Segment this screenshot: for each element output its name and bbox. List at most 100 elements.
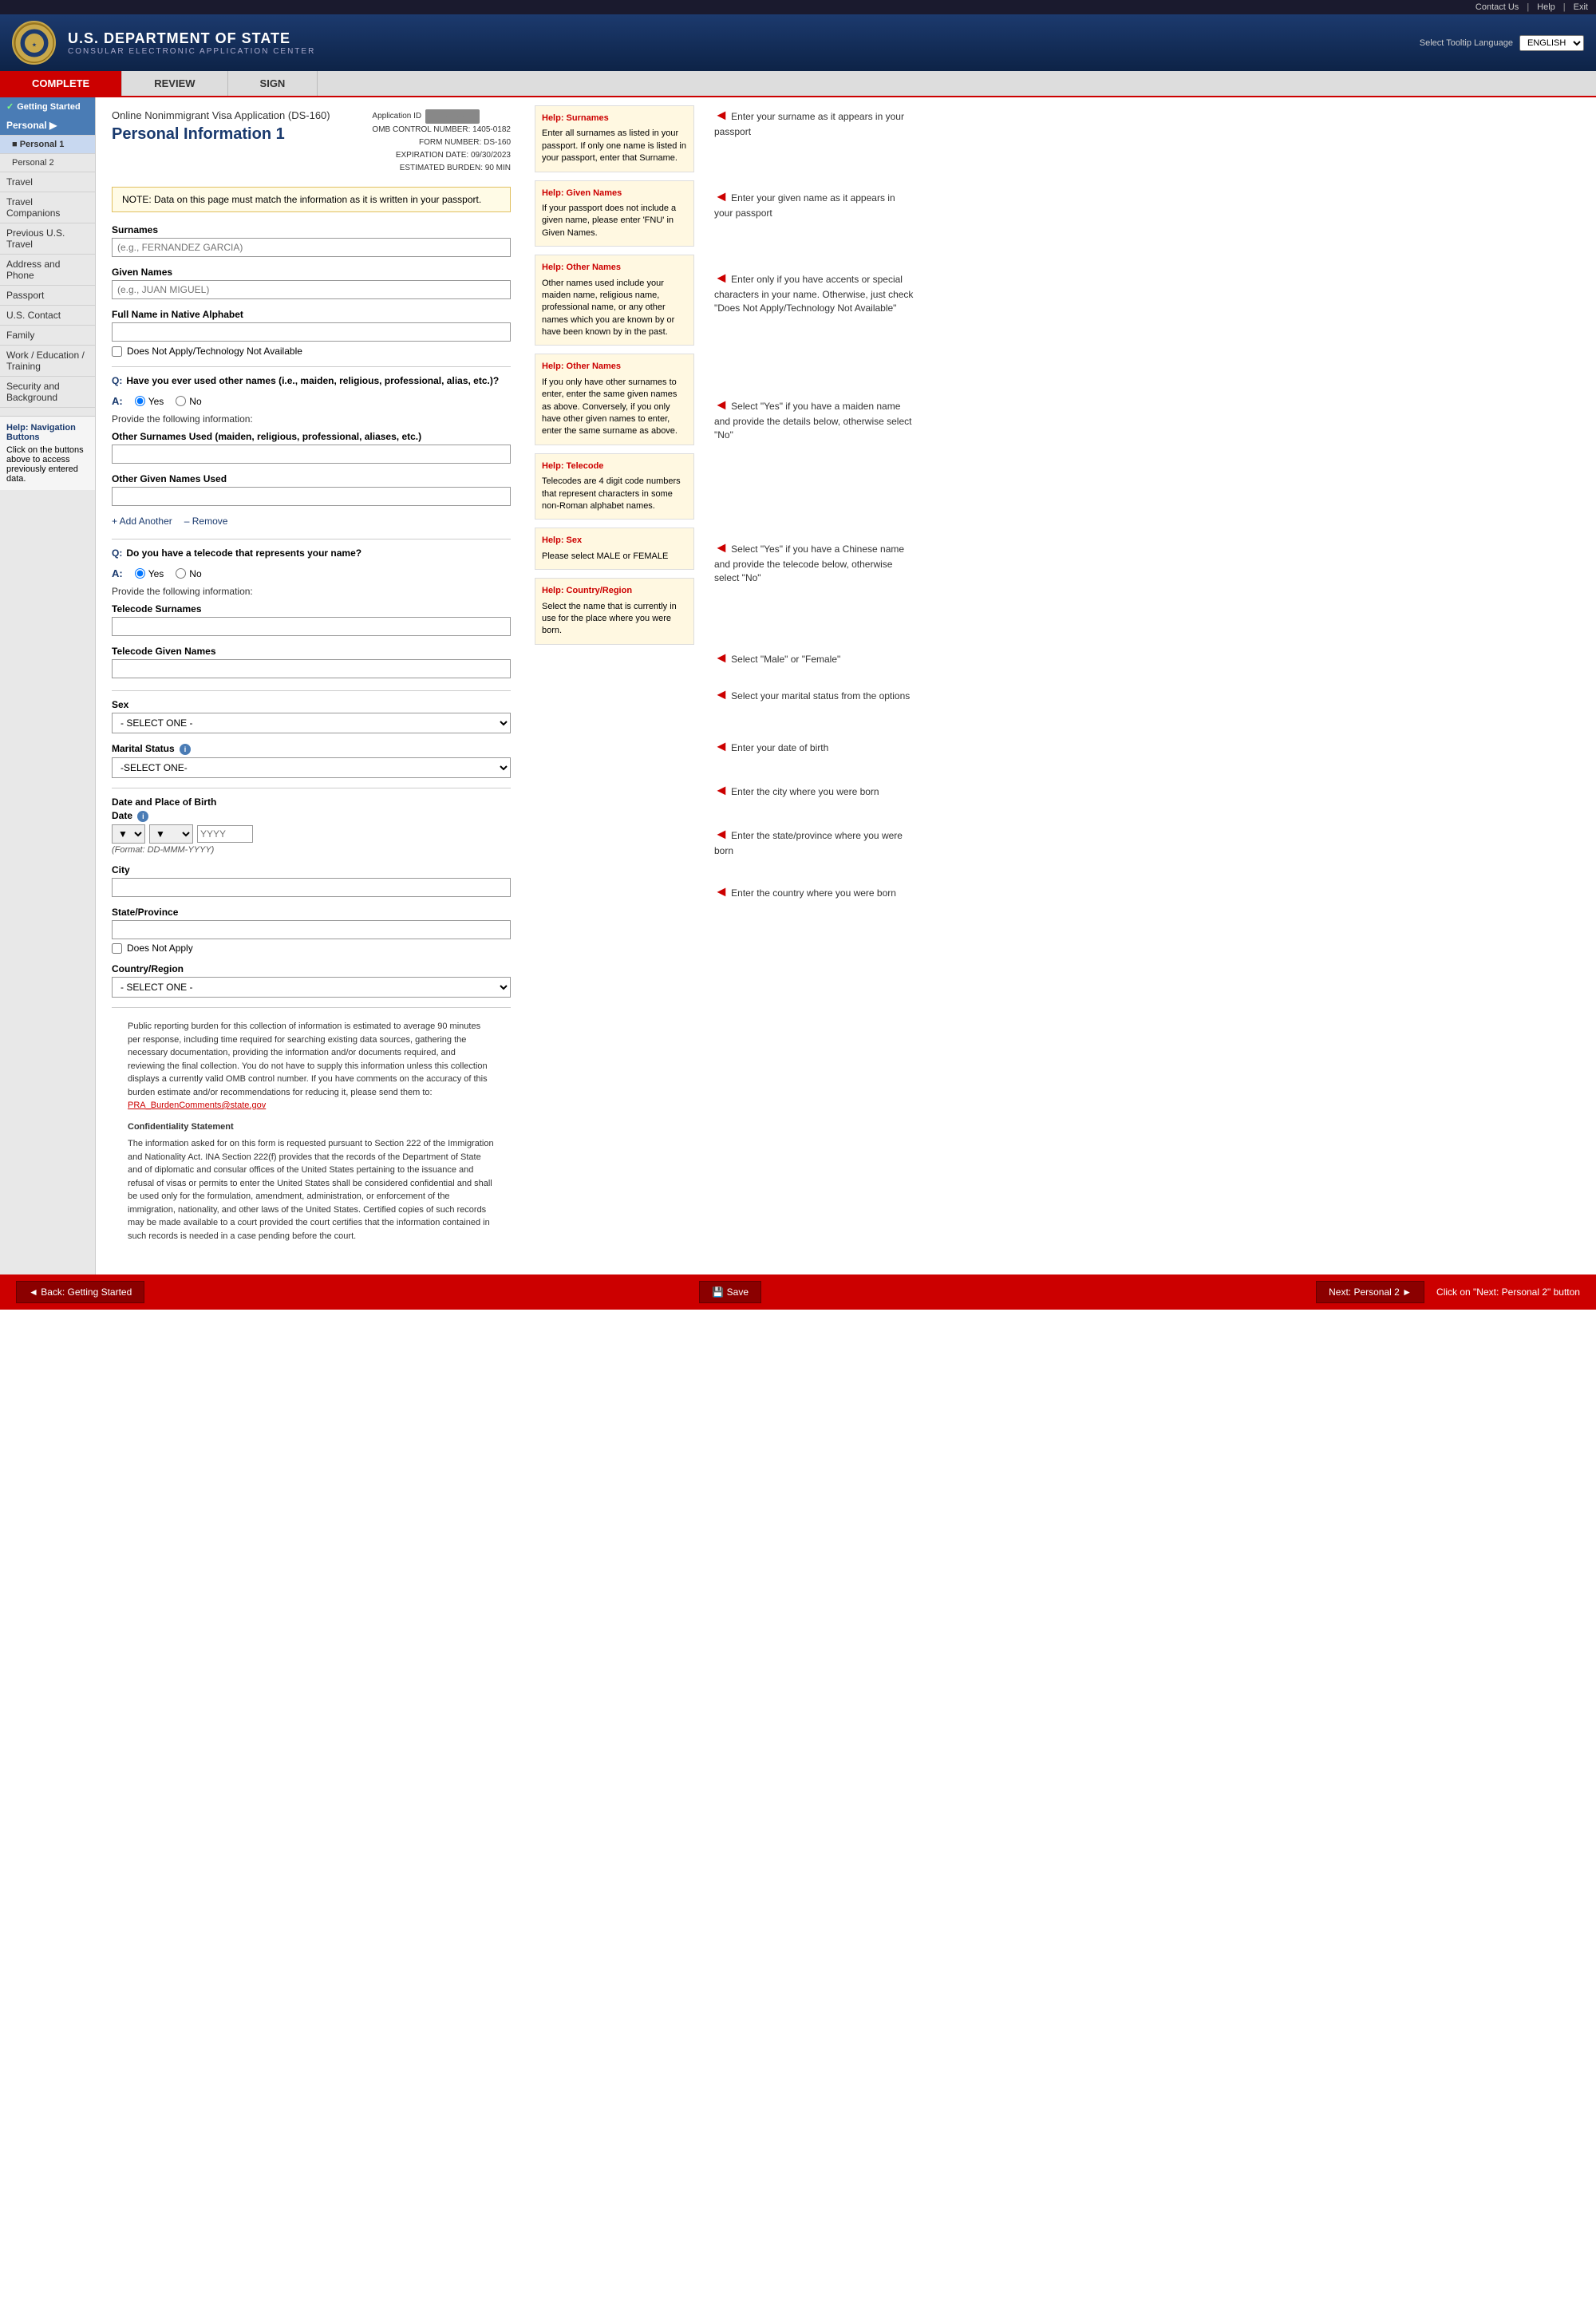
confidentiality-title: Confidentiality Statement <box>128 1120 495 1134</box>
dob-section: Date and Place of Birth Date i ▼ 0102030… <box>112 796 511 998</box>
annotation-other-names: ◄ Select "Yes" if you have a maiden name… <box>714 395 914 442</box>
remove-link[interactable]: – Remove <box>184 516 228 527</box>
back-button[interactable]: ◄ Back: Getting Started <box>16 1281 144 1303</box>
sidebar-item-passport[interactable]: Passport <box>0 286 95 306</box>
sidebar-item-travel-companions[interactable]: Travel Companions <box>0 192 95 223</box>
sidebar-item-previous-us-travel[interactable]: Previous U.S. Travel <box>0 223 95 255</box>
telecode-yes-radio[interactable] <box>135 568 145 579</box>
help-telecode: Help: Telecode Telecodes are 4 digit cod… <box>535 453 694 520</box>
sidebar-item-address-phone[interactable]: Address and Phone <box>0 255 95 286</box>
does-not-apply-row: Does Not Apply/Technology Not Available <box>112 346 511 357</box>
sex-select[interactable]: - SELECT ONE - MALE FEMALE <box>112 713 511 733</box>
help-link[interactable]: Help <box>1537 2 1555 12</box>
state-input[interactable] <box>112 920 511 939</box>
burden-section: Public reporting burden for this collect… <box>112 1007 511 1263</box>
telecode-yes-option[interactable]: Yes <box>135 568 164 579</box>
sidebar-getting-started[interactable]: ✓ Getting Started <box>0 97 95 116</box>
year-input[interactable] <box>197 825 253 843</box>
next-button[interactable]: Next: Personal 2 ► <box>1316 1281 1424 1303</box>
telecode-surnames-input[interactable] <box>112 617 511 636</box>
telecode-given-section: Telecode Given Names <box>112 646 511 678</box>
sidebar-item-travel[interactable]: Travel <box>0 172 95 192</box>
state-does-not-apply-row: Does Not Apply <box>112 943 511 954</box>
nav-tabs: COMPLETE REVIEW SIGN <box>0 71 1596 97</box>
does-not-apply-checkbox[interactable] <box>112 346 122 357</box>
app-id-value: •••••••• <box>425 109 480 124</box>
telecode-block: Q: Do you have a telecode that represent… <box>112 547 511 678</box>
add-another-link[interactable]: + Add Another <box>112 516 172 527</box>
sidebar-item-us-contact[interactable]: U.S. Contact <box>0 306 95 326</box>
sidebar-help: Help: Navigation Buttons Click on the bu… <box>0 416 95 490</box>
other-given-input[interactable] <box>112 487 511 506</box>
given-names-input[interactable] <box>112 280 511 299</box>
annotation-country: ◄ Enter the country where you were born <box>714 882 914 902</box>
tab-review[interactable]: REVIEW <box>122 71 227 96</box>
site-title: U.S. Department of State CONSULAR ELECTR… <box>68 30 315 56</box>
tab-complete[interactable]: COMPLETE <box>0 71 122 96</box>
sidebar-item-security[interactable]: Security and Background <box>0 377 95 408</box>
other-names-no-option[interactable]: No <box>176 396 201 407</box>
date-info-icon[interactable]: i <box>137 811 148 822</box>
state-section: State/Province Does Not Apply <box>112 907 511 954</box>
state-does-not-apply-checkbox[interactable] <box>112 943 122 954</box>
site-header: ★ U.S. Department of State CONSULAR ELEC… <box>0 14 1596 71</box>
form-title: Online Nonimmigrant Visa Application (DS… <box>112 109 330 121</box>
telecode-given-input[interactable] <box>112 659 511 678</box>
date-format-hint: (Format: DD-MMM-YYYY) <box>112 845 511 855</box>
marital-info-icon[interactable]: i <box>180 744 191 755</box>
other-given-section: Other Given Names Used <box>112 473 511 506</box>
check-icon: ✓ <box>6 101 14 112</box>
burden-email-link[interactable]: PRA_BurdenComments@state.gov <box>128 1101 266 1110</box>
sidebar-item-personal2[interactable]: Personal 2 <box>0 154 95 172</box>
other-names-answer-row: A: Yes No <box>112 395 511 407</box>
telecode-no-radio[interactable] <box>176 568 186 579</box>
save-button[interactable]: 💾 Save <box>699 1281 761 1303</box>
language-select[interactable]: ENGLISH <box>1519 35 1584 51</box>
other-names-no-radio[interactable] <box>176 396 186 406</box>
help-country: Help: Country/Region Select the name tha… <box>535 578 694 645</box>
other-names-yes-option[interactable]: Yes <box>135 396 164 407</box>
other-names-yes-radio[interactable] <box>135 396 145 406</box>
day-select[interactable]: ▼ 0102030405 0607080910 1112131415 16171… <box>112 824 145 844</box>
sex-section: Sex - SELECT ONE - MALE FEMALE <box>112 699 511 733</box>
surnames-input[interactable] <box>112 238 511 257</box>
language-selector-container: Select Tooltip Language ENGLISH <box>1420 35 1584 51</box>
native-alphabet-label: Full Name in Native Alphabet <box>112 309 511 320</box>
telecode-answer-row: A: Yes No <box>112 567 511 579</box>
sidebar-item-work-education[interactable]: Work / Education / Training <box>0 346 95 377</box>
contact-link[interactable]: Contact Us <box>1476 2 1519 12</box>
annotation-native-alphabet: ◄ Enter only if you have accents or spec… <box>714 268 914 315</box>
exit-link[interactable]: Exit <box>1574 2 1588 12</box>
month-select[interactable]: ▼ JANFEBMARAPR MAYJUNJULAUG SEPOCTNOVDEC <box>149 824 193 844</box>
sidebar-item-family[interactable]: Family <box>0 326 95 346</box>
city-input[interactable] <box>112 878 511 897</box>
native-alphabet-input[interactable] <box>112 322 511 342</box>
state-label: State/Province <box>112 907 511 918</box>
country-select[interactable]: - SELECT ONE - <box>112 977 511 998</box>
inner-wrapper: Online Nonimmigrant Visa Application (DS… <box>96 97 1596 1274</box>
other-surnames-label: Other Surnames Used (maiden, religious, … <box>112 431 511 442</box>
help-sex: Help: Sex Please select MALE or FEMALE <box>535 528 694 570</box>
annotation-city: ◄ Enter the city where you were born <box>714 780 914 800</box>
footer: ◄ Back: Getting Started 💾 Save Next: Per… <box>0 1274 1596 1310</box>
tab-sign[interactable]: SIGN <box>228 71 318 96</box>
page-header: Online Nonimmigrant Visa Application (DS… <box>112 109 511 175</box>
other-given-label: Other Given Names Used <box>112 473 511 484</box>
other-surnames-section: Other Surnames Used (maiden, religious, … <box>112 431 511 464</box>
help-column: Help: Surnames Enter all surnames as lis… <box>527 97 702 1274</box>
annotations-column: ◄ Enter your surname as it appears in yo… <box>702 97 926 1274</box>
other-names-question: Have you ever used other names (i.e., ma… <box>126 375 499 386</box>
city-section: City <box>112 864 511 897</box>
country-label: Country/Region <box>112 963 511 974</box>
telecode-provide-info: Provide the following information: <box>112 586 511 597</box>
marital-section: Marital Status i -SELECT ONE- SINGLE MAR… <box>112 743 511 778</box>
annotation-surnames: ◄ Enter your surname as it appears in yo… <box>714 105 914 139</box>
telecode-q-label: Q: <box>112 547 122 559</box>
sidebar-item-personal[interactable]: Personal ▶ <box>0 116 95 136</box>
other-names-block: Q: Have you ever used other names (i.e.,… <box>112 375 511 527</box>
other-surnames-input[interactable] <box>112 445 511 464</box>
sidebar-item-personal1[interactable]: ■ Personal 1 <box>0 136 95 154</box>
annotation-given-names: ◄ Enter your given name as it appears in… <box>714 187 914 220</box>
telecode-no-option[interactable]: No <box>176 568 201 579</box>
marital-select[interactable]: -SELECT ONE- SINGLE MARRIED WIDOWED DIVO… <box>112 757 511 778</box>
